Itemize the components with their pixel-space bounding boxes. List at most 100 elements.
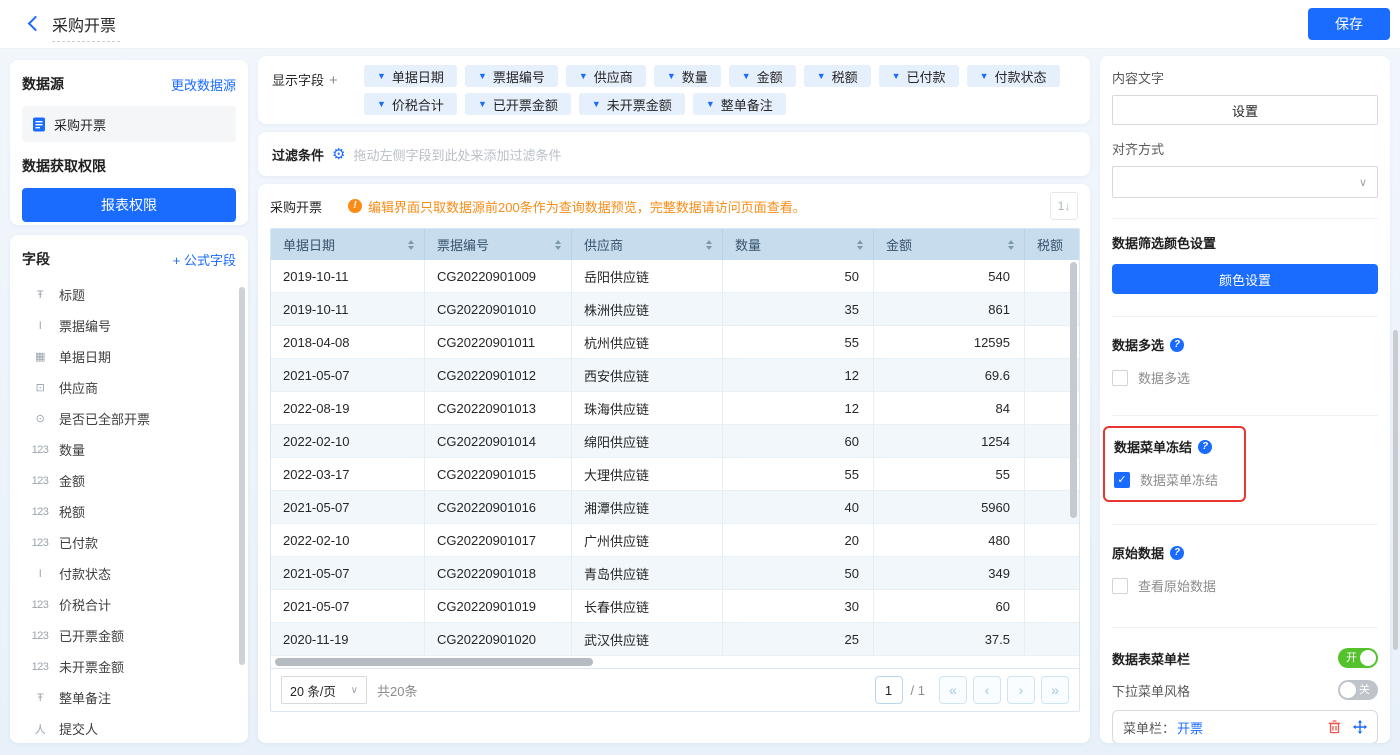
- sort-icon[interactable]: [1008, 240, 1014, 250]
- table-horizontal-scrollbar[interactable]: [275, 658, 593, 666]
- column-header-date[interactable]: 单据日期: [271, 229, 425, 260]
- table-row[interactable]: 2019-10-11 CG20220901009 岳阳供应链 50 540: [271, 260, 1080, 293]
- move-icon[interactable]: [1353, 720, 1367, 734]
- display-field-chip[interactable]: ▼ 供应商: [566, 65, 646, 87]
- column-header-tax[interactable]: 税额: [1025, 229, 1080, 260]
- change-datasource-link[interactable]: 更改数据源: [171, 75, 236, 94]
- sort-icon[interactable]: [857, 240, 863, 250]
- help-icon[interactable]: ?: [1170, 546, 1184, 560]
- table-row[interactable]: 2021-05-07 CG20220901016 湘潭供应链 40 5960: [271, 491, 1080, 524]
- column-header-ticket-no[interactable]: 票据编号: [425, 229, 572, 260]
- cell-quantity: 30: [723, 590, 874, 623]
- cell-tax: [1025, 590, 1080, 623]
- table-row[interactable]: 2022-02-10 CG20220901014 绵阳供应链 60 1254: [271, 425, 1080, 458]
- cell-ticket-no: CG20220901016: [425, 491, 572, 524]
- raw-data-checkbox-row[interactable]: 查看原始数据: [1112, 576, 1378, 595]
- table-row[interactable]: 2019-10-11 CG20220901010 株洲供应链 35 861: [271, 293, 1080, 326]
- cell-tax: [1025, 623, 1080, 656]
- datasource-item-label: 采购开票: [54, 115, 106, 134]
- report-permission-button[interactable]: 报表权限: [22, 188, 236, 222]
- display-field-chip[interactable]: ▼ 付款状态: [967, 65, 1060, 87]
- last-page-button[interactable]: »: [1041, 676, 1069, 704]
- save-button[interactable]: 保存: [1308, 8, 1390, 40]
- field-item[interactable]: Ŧ 标题: [22, 279, 236, 310]
- table-row[interactable]: 2021-05-07 CG20220901018 青岛供应链 50 349: [271, 557, 1080, 590]
- table-row[interactable]: 2021-05-07 CG20220901012 西安供应链 12 69.6: [271, 359, 1080, 392]
- table-row[interactable]: 2018-04-08 CG20220901011 杭州供应链 55 12595: [271, 326, 1080, 359]
- menu-freeze-checkbox-row[interactable]: ✓ 数据菜单冻结: [1114, 470, 1218, 489]
- fields-scrollbar[interactable]: [239, 287, 245, 665]
- table-vertical-scrollbar[interactable]: [1070, 262, 1077, 518]
- multi-select-title: 数据多选 ?: [1112, 335, 1378, 354]
- cell-quantity: 35: [723, 293, 874, 326]
- sort-icon[interactable]: [555, 240, 561, 250]
- field-item[interactable]: 人 提交人: [22, 713, 236, 743]
- checkbox-checked[interactable]: ✓: [1114, 472, 1130, 488]
- topbar: 采购开票 保存: [0, 0, 1400, 49]
- gear-icon[interactable]: ⚙: [332, 147, 345, 162]
- display-field-chip[interactable]: ▼ 未开票金额: [579, 93, 685, 115]
- field-item[interactable]: ⊡ 供应商: [22, 372, 236, 403]
- display-field-chip[interactable]: ▼ 金额: [729, 65, 796, 87]
- datasource-item[interactable]: 采购开票: [22, 106, 236, 142]
- display-field-chip[interactable]: ▼ 票据编号: [465, 65, 558, 87]
- display-field-chip[interactable]: ▼ 已开票金额: [465, 93, 571, 115]
- column-header-amount[interactable]: 金额: [874, 229, 1025, 260]
- display-field-chip[interactable]: ▼ 税额: [804, 65, 871, 87]
- chip-label: 金额: [757, 67, 783, 86]
- field-item[interactable]: Ŧ 整单备注: [22, 682, 236, 713]
- table-row[interactable]: 2022-02-10 CG20220901017 广州供应链 20 480: [271, 524, 1080, 557]
- column-header-supplier[interactable]: 供应商: [572, 229, 723, 260]
- field-item[interactable]: 123 已付款: [22, 527, 236, 558]
- field-item[interactable]: 123 数量: [22, 434, 236, 465]
- back-button[interactable]: [26, 16, 42, 32]
- dropdown-style-toggle-off[interactable]: 关: [1338, 680, 1378, 700]
- page-scrollbar[interactable]: [1393, 330, 1398, 650]
- field-item[interactable]: I 票据编号: [22, 310, 236, 341]
- page-size-select[interactable]: 20 条/页 ∨: [281, 676, 367, 704]
- add-formula-field-link[interactable]: + 公式字段: [173, 250, 236, 269]
- display-field-chip[interactable]: ▼ 已付款: [879, 65, 959, 87]
- help-icon[interactable]: ?: [1198, 440, 1212, 454]
- field-item[interactable]: 123 税额: [22, 496, 236, 527]
- prev-page-button[interactable]: ‹: [973, 676, 1001, 704]
- chevron-down-icon: ▼: [667, 71, 676, 81]
- help-icon[interactable]: ?: [1170, 338, 1184, 352]
- table-row[interactable]: 2022-08-19 CG20220901013 珠海供应链 12 84: [271, 392, 1080, 425]
- delete-icon[interactable]: [1328, 720, 1341, 734]
- display-field-chip[interactable]: ▼ 价税合计: [364, 93, 457, 115]
- sort-tool-button[interactable]: 1↓: [1050, 192, 1078, 220]
- table-row[interactable]: 2020-11-19 CG20220901020 武汉供应链 25 37.5: [271, 623, 1080, 656]
- display-field-chip[interactable]: ▼ 整单备注: [693, 93, 786, 115]
- checkbox-unchecked[interactable]: [1112, 370, 1128, 386]
- table-row[interactable]: 2022-03-17 CG20220901015 大理供应链 55 55: [271, 458, 1080, 491]
- next-page-button[interactable]: ›: [1007, 676, 1035, 704]
- field-item[interactable]: 123 价税合计: [22, 589, 236, 620]
- display-field-chip[interactable]: ▼ 单据日期: [364, 65, 457, 87]
- content-text-settings-button[interactable]: 设置: [1112, 95, 1378, 125]
- cell-supplier: 珠海供应链: [572, 392, 723, 425]
- toggle-off-label: 关: [1359, 680, 1370, 700]
- field-item[interactable]: 123 已开票金额: [22, 620, 236, 651]
- field-item[interactable]: 123 未开票金额: [22, 651, 236, 682]
- align-select[interactable]: ∨: [1112, 166, 1378, 198]
- field-item[interactable]: 123 金额: [22, 465, 236, 496]
- multi-select-checkbox-row[interactable]: 数据多选: [1112, 368, 1378, 387]
- column-header-quantity[interactable]: 数量: [723, 229, 874, 260]
- page-title[interactable]: 采购开票: [52, 12, 120, 42]
- sort-icon[interactable]: [706, 240, 712, 250]
- field-item[interactable]: I 付款状态: [22, 558, 236, 589]
- table-row[interactable]: 2021-05-07 CG20220901019 长春供应链 30 60: [271, 590, 1080, 623]
- field-item-label: 付款状态: [59, 564, 111, 583]
- menu-item-value[interactable]: 开票: [1177, 718, 1203, 737]
- current-page-input[interactable]: 1: [875, 676, 903, 704]
- color-settings-button[interactable]: 颜色设置: [1112, 264, 1378, 294]
- display-field-chip[interactable]: ▼ 数量: [654, 65, 721, 87]
- checkbox-unchecked[interactable]: [1112, 578, 1128, 594]
- sort-icon[interactable]: [408, 240, 414, 250]
- field-item[interactable]: ⊙ 是否已全部开票: [22, 403, 236, 434]
- first-page-button[interactable]: «: [939, 676, 967, 704]
- add-display-field-button[interactable]: +: [329, 72, 338, 89]
- field-item[interactable]: ▦ 单据日期: [22, 341, 236, 372]
- menu-bar-toggle-on[interactable]: 开: [1338, 648, 1378, 668]
